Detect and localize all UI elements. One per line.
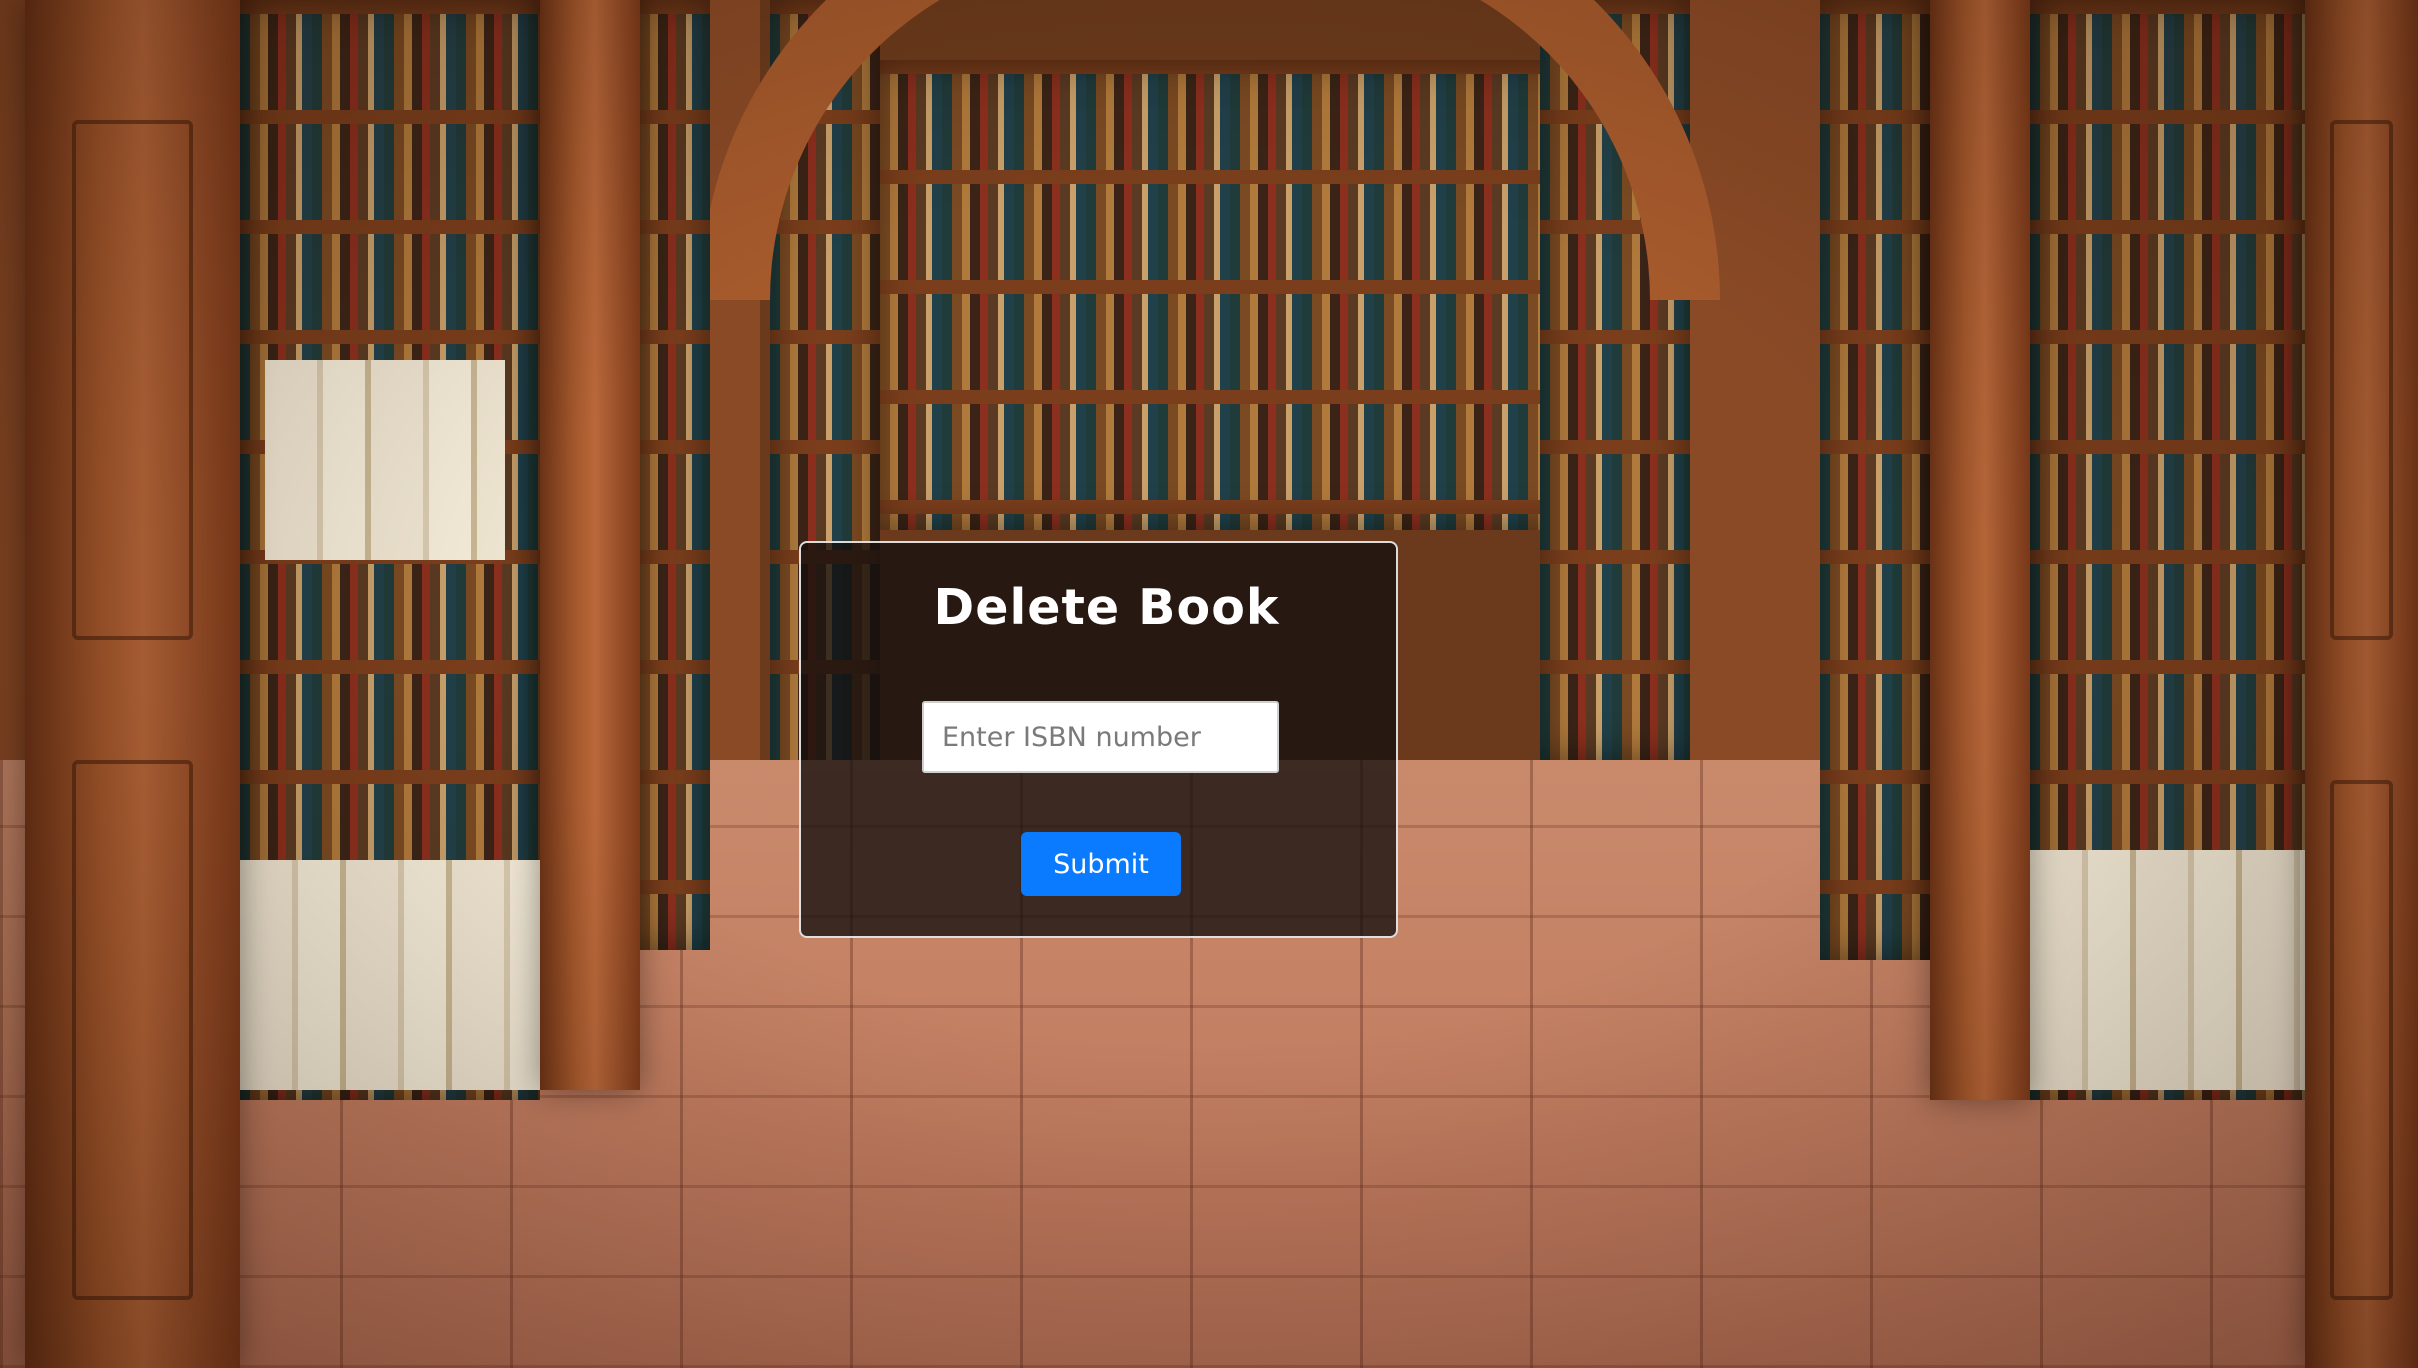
archway <box>700 0 1720 300</box>
left-mid-bookshelf <box>630 0 710 950</box>
library-background: Delete Book Submit <box>0 0 2418 1368</box>
page-title: Delete Book <box>933 579 1280 636</box>
right-vellum-books <box>2030 850 2305 1090</box>
left-upper-vellum-books <box>265 360 505 560</box>
right-pillar <box>2305 0 2418 1368</box>
delete-book-dialog: Delete Book Submit <box>799 541 1398 938</box>
isbn-input[interactable] <box>922 701 1279 773</box>
left-vellum-books <box>240 860 540 1090</box>
right-inner-pillar <box>1930 0 2030 1100</box>
right-mid-bookshelf <box>1820 0 1930 960</box>
submit-button[interactable]: Submit <box>1021 832 1181 896</box>
left-inner-pillar <box>540 0 640 1090</box>
left-pillar <box>25 0 240 1368</box>
